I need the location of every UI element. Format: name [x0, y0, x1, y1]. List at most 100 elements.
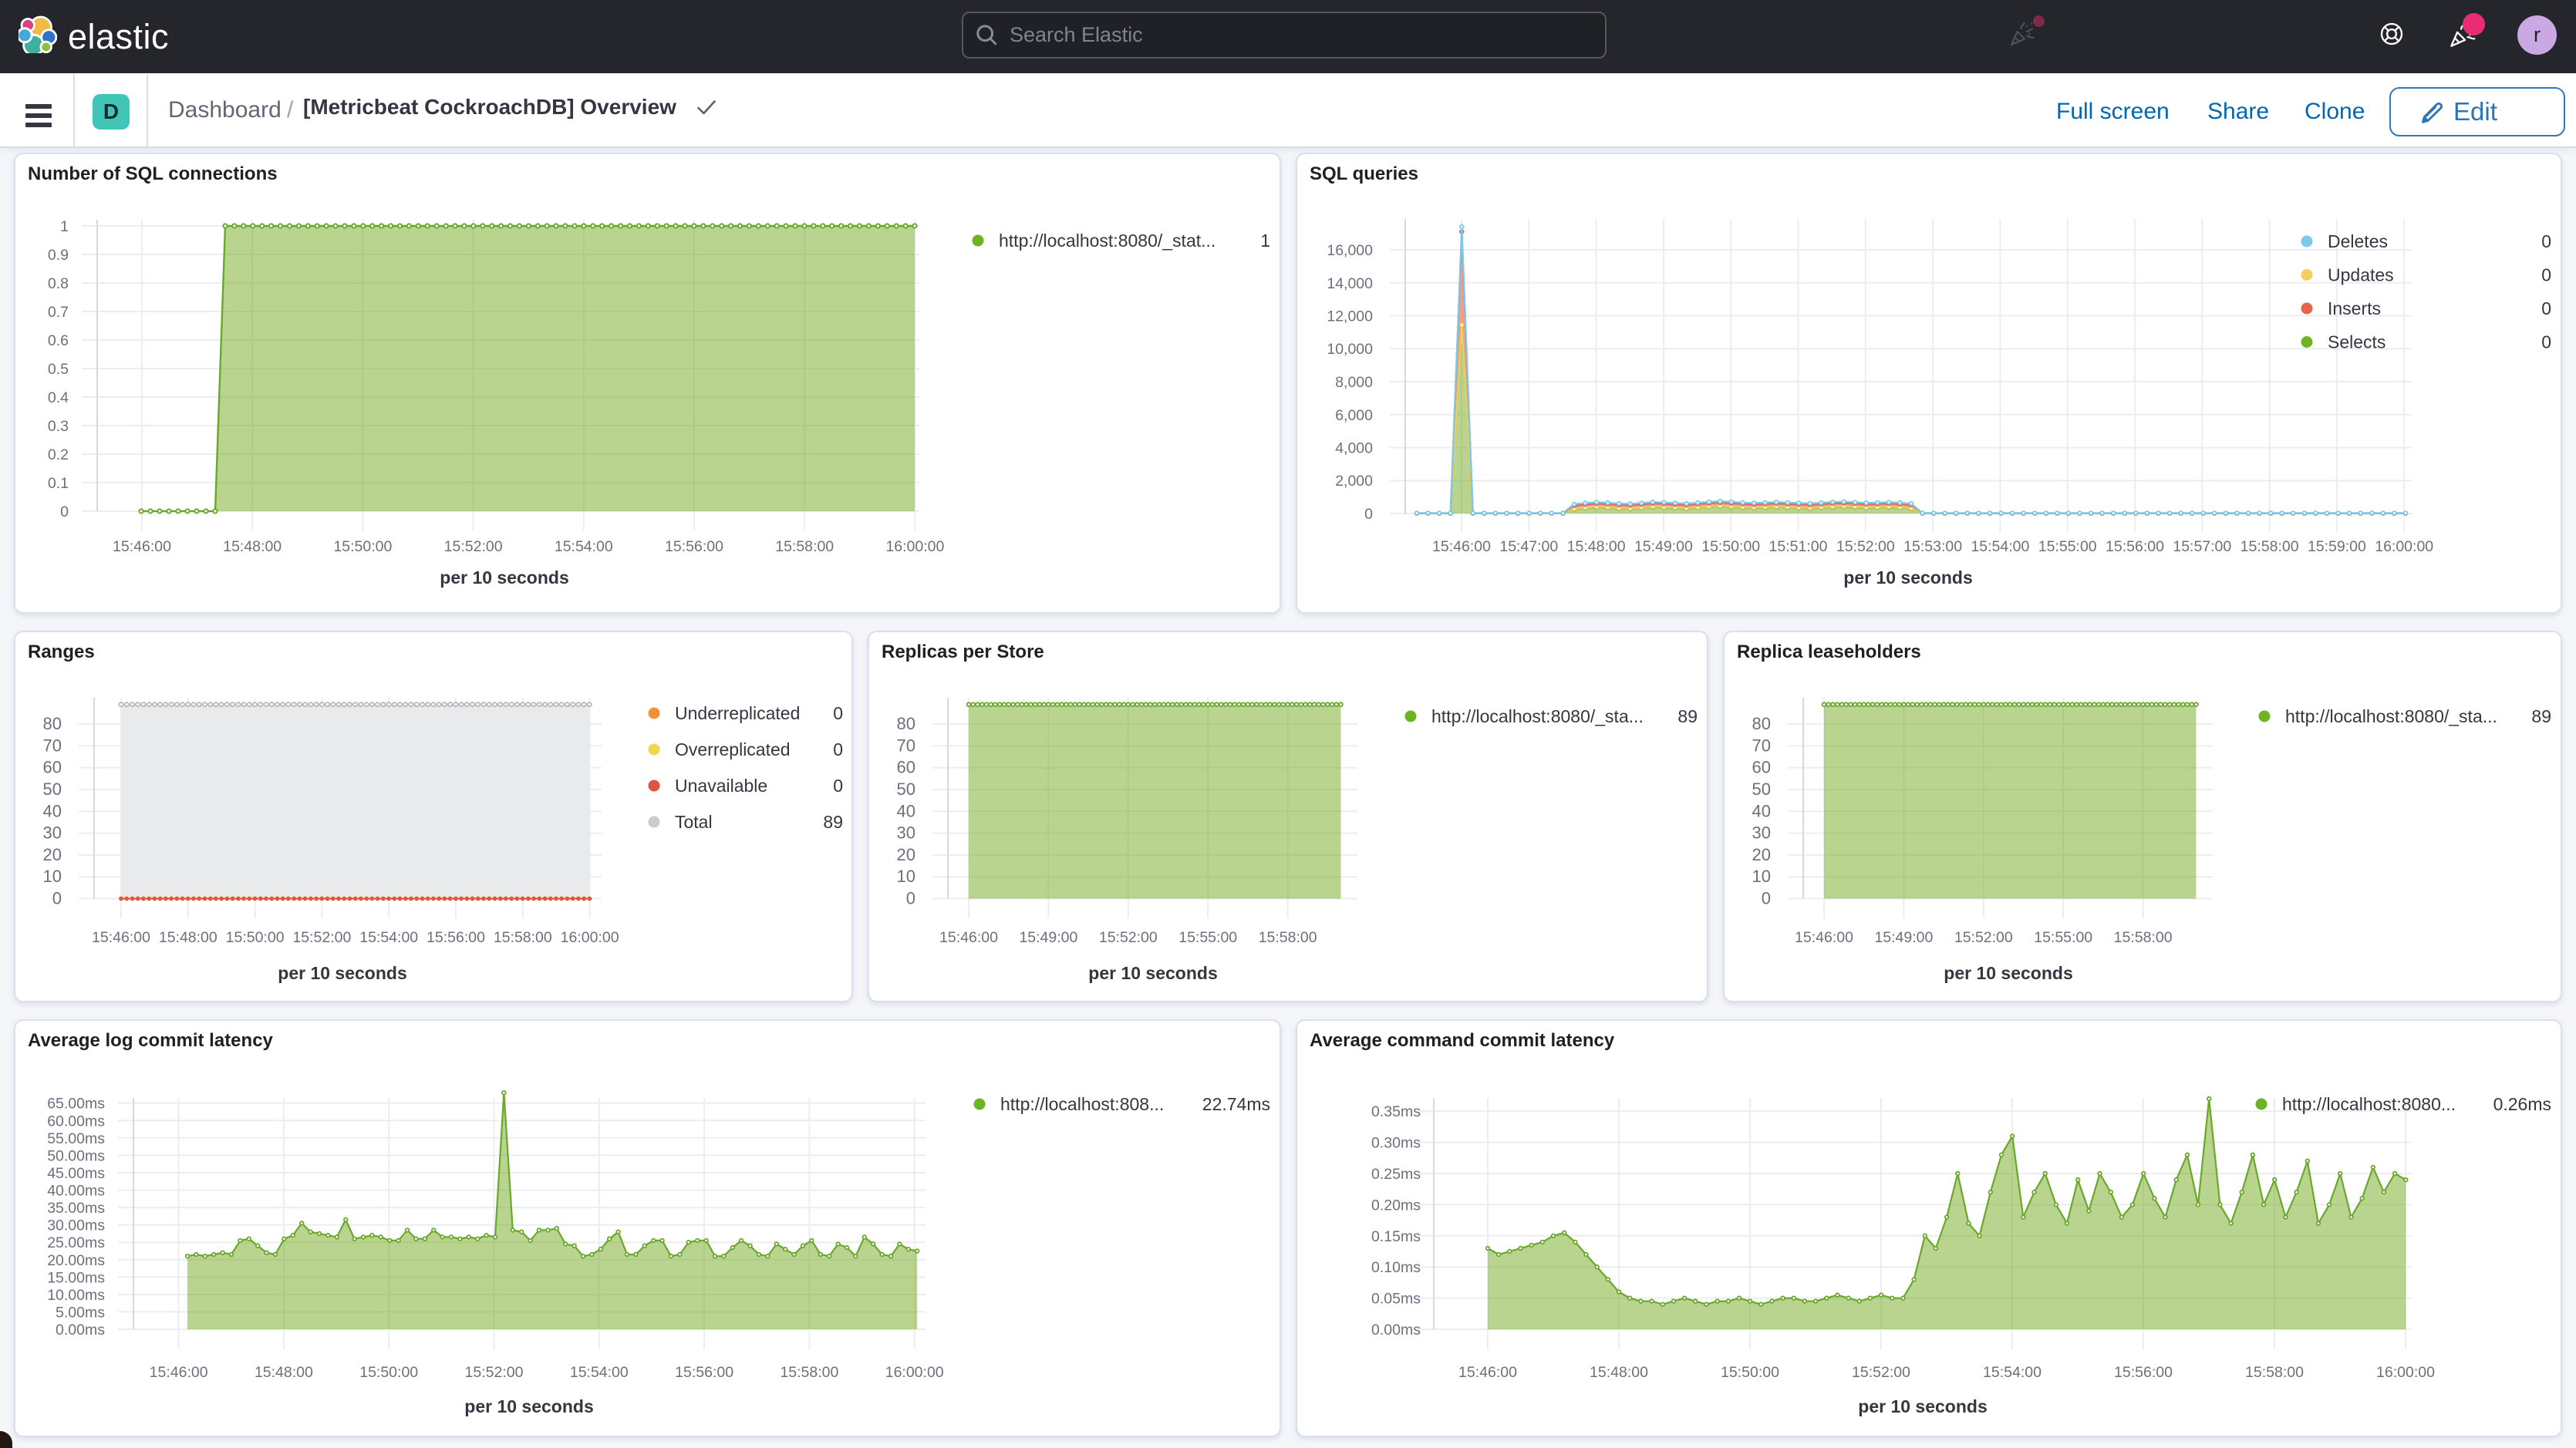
svg-text:15:48:00: 15:48:00: [255, 1364, 313, 1381]
svg-text:15.00ms: 15.00ms: [47, 1269, 105, 1286]
svg-text:15:54:00: 15:54:00: [570, 1364, 629, 1381]
svg-text:5.00ms: 5.00ms: [56, 1304, 105, 1321]
svg-text:15:50:00: 15:50:00: [359, 1364, 418, 1381]
svg-text:60: 60: [1752, 758, 1771, 777]
svg-text:10,000: 10,000: [1327, 341, 1373, 358]
svg-text:15:56:00: 15:56:00: [675, 1364, 733, 1381]
svg-text:0.35ms: 0.35ms: [1371, 1103, 1421, 1120]
svg-text:1: 1: [60, 218, 69, 235]
svg-text:50: 50: [43, 780, 62, 799]
svg-text:89: 89: [1677, 706, 1698, 726]
svg-text:0: 0: [833, 703, 843, 723]
svg-text:10: 10: [897, 867, 915, 886]
svg-text:15:53:00: 15:53:00: [1903, 538, 1962, 555]
svg-text:60.00ms: 60.00ms: [47, 1113, 105, 1130]
svg-text:Underreplicated: Underreplicated: [675, 703, 800, 723]
svg-text:16:00:00: 16:00:00: [885, 538, 944, 555]
svg-text:15:46:00: 15:46:00: [92, 929, 150, 946]
svg-text:0.5: 0.5: [48, 361, 69, 378]
svg-text:Updates: Updates: [2328, 265, 2394, 285]
svg-text:16:00:00: 16:00:00: [885, 1364, 944, 1381]
svg-text:30.00ms: 30.00ms: [47, 1217, 105, 1234]
svg-text:15:50:00: 15:50:00: [1721, 1364, 1779, 1381]
svg-text:http://localhost:8080/_stat...: http://localhost:8080/_stat...: [999, 231, 1216, 251]
svg-text:Total: Total: [675, 812, 713, 832]
svg-text:15:58:00: 15:58:00: [780, 1364, 838, 1381]
svg-text:0: 0: [2541, 265, 2551, 285]
svg-text:0.05ms: 0.05ms: [1371, 1291, 1421, 1308]
svg-text:15:46:00: 15:46:00: [113, 538, 171, 555]
svg-text:60: 60: [43, 758, 62, 777]
svg-text:4,000: 4,000: [1335, 440, 1373, 457]
svg-text:0.2: 0.2: [48, 446, 69, 463]
svg-text:30: 30: [1752, 823, 1771, 843]
svg-text:15:46:00: 15:46:00: [150, 1364, 208, 1381]
svg-text:60: 60: [897, 758, 915, 777]
svg-text:0.1: 0.1: [48, 475, 69, 492]
svg-text:15:51:00: 15:51:00: [1769, 538, 1828, 555]
svg-text:per 10 seconds: per 10 seconds: [1843, 567, 1972, 588]
svg-text:50.00ms: 50.00ms: [47, 1147, 105, 1164]
svg-text:6,000: 6,000: [1335, 407, 1373, 424]
svg-text:15:58:00: 15:58:00: [2245, 1364, 2304, 1381]
svg-text:50: 50: [897, 780, 915, 799]
svg-text:30: 30: [43, 823, 62, 843]
svg-text:0.9: 0.9: [48, 247, 69, 264]
svg-text:0.26ms: 0.26ms: [2493, 1094, 2551, 1114]
svg-text:15:54:00: 15:54:00: [359, 929, 418, 946]
svg-text:89: 89: [823, 812, 843, 832]
svg-text:0: 0: [1364, 506, 1373, 523]
svg-text:15:46:00: 15:46:00: [939, 929, 998, 946]
svg-text:0.00ms: 0.00ms: [56, 1322, 105, 1339]
svg-text:Inserts: Inserts: [2328, 298, 2381, 318]
svg-text:0: 0: [1762, 889, 1771, 908]
svg-text:15:52:00: 15:52:00: [292, 929, 351, 946]
svg-text:0.30ms: 0.30ms: [1371, 1135, 1421, 1152]
svg-text:14,000: 14,000: [1327, 275, 1373, 292]
svg-text:0.4: 0.4: [48, 389, 69, 406]
svg-text:0.25ms: 0.25ms: [1371, 1166, 1421, 1183]
svg-text:15:52:00: 15:52:00: [1099, 929, 1158, 946]
svg-text:15:56:00: 15:56:00: [665, 538, 723, 555]
svg-text:15:52:00: 15:52:00: [1836, 538, 1895, 555]
svg-text:0.8: 0.8: [48, 275, 69, 292]
svg-text:40: 40: [43, 801, 62, 820]
svg-text:0.3: 0.3: [48, 418, 69, 435]
svg-text:15:50:00: 15:50:00: [226, 929, 285, 946]
svg-text:http://localhost:8080/_sta...: http://localhost:8080/_sta...: [1431, 706, 1644, 726]
svg-text:15:48:00: 15:48:00: [1590, 1364, 1648, 1381]
svg-text:per 10 seconds: per 10 seconds: [440, 567, 568, 588]
svg-text:80: 80: [1752, 714, 1771, 733]
svg-text:http://localhost:808...: http://localhost:808...: [1000, 1094, 1164, 1114]
svg-text:15:58:00: 15:58:00: [775, 538, 834, 555]
svg-text:15:58:00: 15:58:00: [494, 929, 552, 946]
svg-text:20: 20: [897, 845, 915, 864]
svg-text:80: 80: [897, 714, 915, 733]
svg-text:15:52:00: 15:52:00: [444, 538, 503, 555]
svg-text:Deletes: Deletes: [2328, 231, 2388, 251]
svg-text:2,000: 2,000: [1335, 473, 1373, 490]
svg-text:15:55:00: 15:55:00: [1178, 929, 1237, 946]
svg-text:per 10 seconds: per 10 seconds: [278, 963, 406, 983]
svg-text:15:50:00: 15:50:00: [1701, 538, 1760, 555]
svg-text:per 10 seconds: per 10 seconds: [1858, 1396, 1987, 1416]
svg-text:40: 40: [897, 801, 915, 820]
svg-text:8,000: 8,000: [1335, 374, 1373, 391]
svg-text:15:58:00: 15:58:00: [2114, 929, 2173, 946]
svg-text:15:59:00: 15:59:00: [2308, 538, 2366, 555]
svg-text:per 10 seconds: per 10 seconds: [464, 1396, 593, 1416]
svg-text:0.00ms: 0.00ms: [1371, 1322, 1421, 1339]
svg-text:0: 0: [60, 503, 69, 520]
svg-text:0: 0: [2541, 231, 2551, 251]
svg-text:65.00ms: 65.00ms: [47, 1096, 105, 1113]
svg-text:20: 20: [43, 845, 62, 864]
svg-text:15:54:00: 15:54:00: [555, 538, 613, 555]
svg-text:16:00:00: 16:00:00: [561, 929, 619, 946]
svg-text:per 10 seconds: per 10 seconds: [1088, 963, 1217, 983]
svg-text:15:55:00: 15:55:00: [2034, 929, 2092, 946]
svg-text:15:58:00: 15:58:00: [1259, 929, 1317, 946]
svg-text:70: 70: [43, 736, 62, 755]
svg-text:22.74ms: 22.74ms: [1202, 1094, 1270, 1114]
svg-text:15:49:00: 15:49:00: [1019, 929, 1077, 946]
svg-text:15:52:00: 15:52:00: [1852, 1364, 1910, 1381]
